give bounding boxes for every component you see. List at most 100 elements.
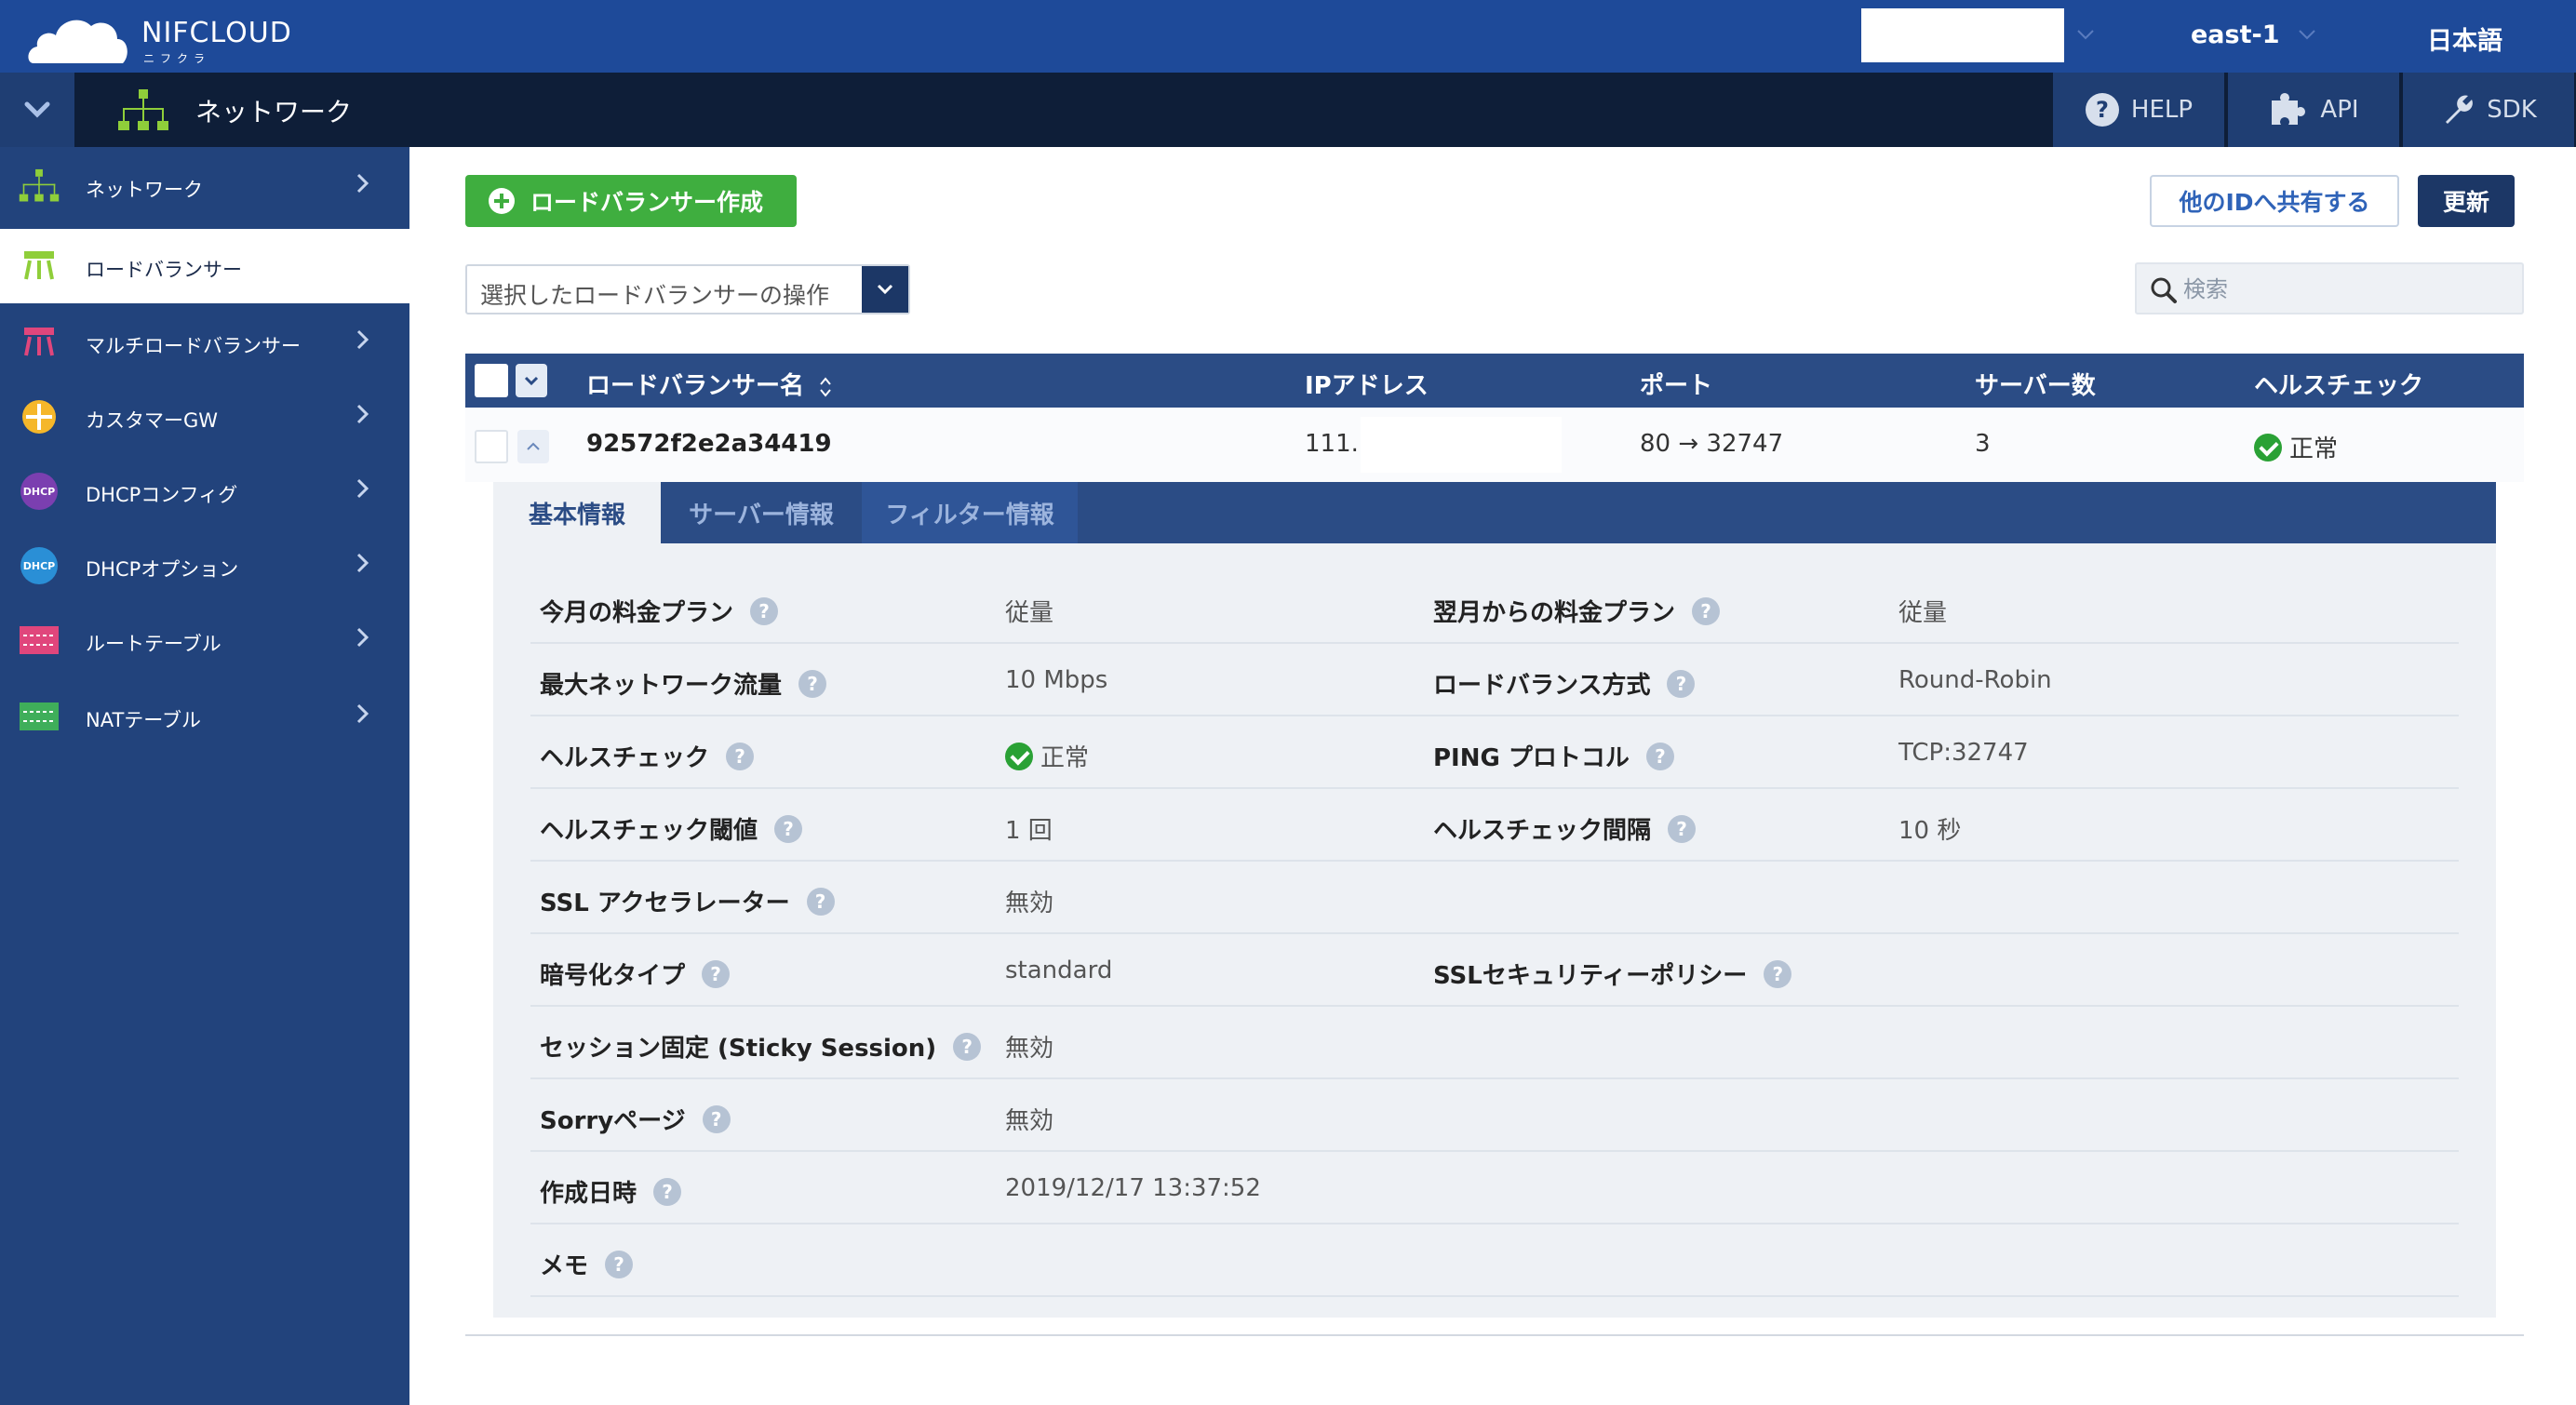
detail-key: ヘルスチェック閾値? — [540, 811, 803, 846]
column-header-health-check: ヘルスチェック — [2254, 372, 2424, 400]
tab-basic-info[interactable]: 基本情報 — [493, 482, 661, 543]
top-header: NIFCLOUD ニフクラ east-1 日本語 — [0, 0, 2576, 73]
help-icon[interactable]: ? — [1667, 669, 1696, 698]
sdk-label: SDK — [2487, 96, 2537, 124]
nifcloud-logo[interactable]: NIFCLOUD ニフクラ — [26, 7, 291, 65]
detail-value: 10 Mbps — [1005, 666, 1108, 694]
help-icon[interactable]: ? — [774, 814, 803, 843]
region-selector[interactable]: east-1 — [2191, 20, 2280, 49]
plus-circle-icon — [489, 188, 515, 214]
chevron-right-icon — [356, 553, 369, 573]
help-icon[interactable]: ? — [750, 596, 779, 625]
share-to-other-id-button[interactable]: 他のIDへ共有する — [2150, 175, 2399, 227]
bulk-action-select[interactable]: 選択したロードバランサーの操作 — [465, 264, 910, 314]
check-circle-icon — [1005, 742, 1033, 770]
detail-key: 翌月からの料金プラン? — [1433, 594, 1721, 628]
health-status-label: 正常 — [2289, 435, 2339, 463]
help-icon[interactable]: ? — [1645, 742, 1674, 770]
help-icon[interactable]: ? — [798, 669, 827, 698]
detail-key: SSLセキュリティーポリシー? — [1433, 957, 1792, 991]
sidebar-item-customer-gw[interactable]: カスタマーGW — [0, 380, 409, 454]
detail-panel: 基本情報 サーバー情報 フィルター情報 今月の料金プラン? 従量 翌月からの料金… — [493, 482, 2496, 1318]
sidebar-item-dhcp-config[interactable]: DHCP DHCPコンフィグ — [0, 454, 409, 529]
detail-key: メモ? — [540, 1247, 634, 1281]
chevron-right-icon — [356, 478, 369, 499]
load-balancer-name[interactable]: 92572f2e2a34419 — [586, 430, 832, 458]
sidebar-item-multi-load-balancer[interactable]: マルチロードバランサー — [0, 305, 409, 380]
detail-row: セッション固定 (Sticky Session)? 無効 — [530, 1007, 2459, 1079]
svg-text:?: ? — [2096, 97, 2109, 123]
brand-name: NIFCLOUD — [141, 17, 292, 49]
help-icon[interactable]: ? — [702, 1104, 731, 1133]
sidebar-item-load-balancer[interactable]: ロードバランサー — [0, 229, 409, 303]
ip-address: 111. — [1305, 430, 1359, 458]
detail-value: 無効 — [1005, 890, 1054, 917]
sidebar-item-nat-table[interactable]: NATテーブル — [0, 679, 409, 754]
sidebar-item-dhcp-option[interactable]: DHCP DHCPオプション — [0, 529, 409, 603]
detail-key: SSL アクセラレーター? — [540, 884, 835, 918]
dropdown-toggle[interactable] — [862, 266, 908, 313]
multi-load-balancer-icon — [19, 322, 60, 363]
brand-subtitle: ニフクラ — [143, 52, 211, 65]
network-icon — [19, 166, 60, 207]
detail-row: 作成日時? 2019/12/17 13:37:52 — [530, 1152, 2459, 1224]
detail-row: メモ? — [530, 1224, 2459, 1297]
help-icon[interactable]: ? — [1692, 596, 1721, 625]
sdk-button[interactable]: SDK — [2401, 73, 2574, 147]
menu-toggle-button[interactable] — [0, 73, 74, 147]
help-icon[interactable]: ? — [605, 1250, 634, 1278]
detail-key: 暗号化タイプ? — [540, 957, 731, 991]
tab-filter-info[interactable]: フィルター情報 — [862, 482, 1078, 543]
detail-value: 従量 — [1898, 599, 1948, 627]
create-button-label: ロードバランサー作成 — [530, 189, 764, 216]
api-label: API — [2320, 96, 2359, 124]
help-icon[interactable]: ? — [1668, 814, 1697, 843]
row-collapse-toggle[interactable] — [517, 430, 549, 463]
detail-key: 今月の料金プラン? — [540, 594, 779, 628]
account-id-box[interactable] — [1861, 8, 2064, 62]
nat-table-icon — [19, 696, 60, 737]
svg-text:DHCP: DHCP — [23, 560, 55, 572]
api-button[interactable]: API — [2226, 73, 2399, 147]
sidebar-item-label: カスタマーGW — [86, 409, 219, 432]
detail-key: ヘルスチェック? — [540, 739, 755, 773]
column-header-label: ロードバランサー名 — [586, 372, 805, 400]
row-checkbox[interactable] — [475, 430, 508, 463]
sidebar-item-label: DHCPオプション — [86, 558, 239, 581]
sidebar-item-network[interactable]: ネットワーク — [0, 149, 409, 223]
svg-text:DHCP: DHCP — [23, 486, 55, 498]
chevron-right-icon — [356, 329, 369, 350]
detail-key: ヘルスチェック間隔? — [1433, 811, 1697, 846]
help-icon[interactable]: ? — [1764, 959, 1792, 988]
sidebar-item-route-table[interactable]: ルートテーブル — [0, 603, 409, 677]
select-all-dropdown[interactable] — [516, 364, 547, 397]
load-balancer-icon — [19, 246, 60, 287]
tab-server-info[interactable]: サーバー情報 — [661, 482, 862, 543]
help-icon[interactable]: ? — [702, 959, 731, 988]
column-header-port: ポート — [1640, 372, 1713, 400]
detail-value: 無効 — [1005, 1035, 1054, 1063]
region-chevron-down-icon[interactable] — [2295, 22, 2319, 47]
select-all-checkbox[interactable] — [475, 364, 508, 397]
language-selector[interactable]: 日本語 — [2427, 20, 2502, 57]
page-section-title: ネットワーク — [195, 97, 353, 127]
create-load-balancer-button[interactable]: ロードバランサー作成 — [465, 175, 797, 227]
wrench-icon — [2446, 95, 2474, 124]
port-mapping: 80 → 32747 — [1640, 430, 1784, 458]
dhcp-option-icon: DHCP — [19, 545, 60, 586]
help-icon[interactable]: ? — [806, 887, 835, 916]
help-icon[interactable]: ? — [726, 742, 755, 770]
search-input[interactable] — [2183, 274, 2509, 305]
detail-value: 1 回 — [1005, 817, 1053, 845]
detail-value: 2019/12/17 13:37:52 — [1005, 1174, 1261, 1202]
account-chevron-down-icon[interactable] — [2073, 22, 2098, 47]
refresh-button[interactable]: 更新 — [2418, 175, 2515, 227]
help-icon[interactable]: ? — [953, 1032, 982, 1061]
detail-row: ヘルスチェック? 正常 PING プロトコル? TCP:32747 — [530, 716, 2459, 789]
sidebar-item-label: ロードバランサー — [86, 259, 242, 281]
help-icon[interactable]: ? — [653, 1177, 682, 1206]
column-header-name[interactable]: ロードバランサー名 — [586, 367, 833, 401]
help-button[interactable]: ? HELP — [2051, 73, 2224, 147]
sidebar-item-label: マルチロードバランサー — [86, 335, 301, 357]
sidebar-item-label: ネットワーク — [86, 179, 203, 201]
